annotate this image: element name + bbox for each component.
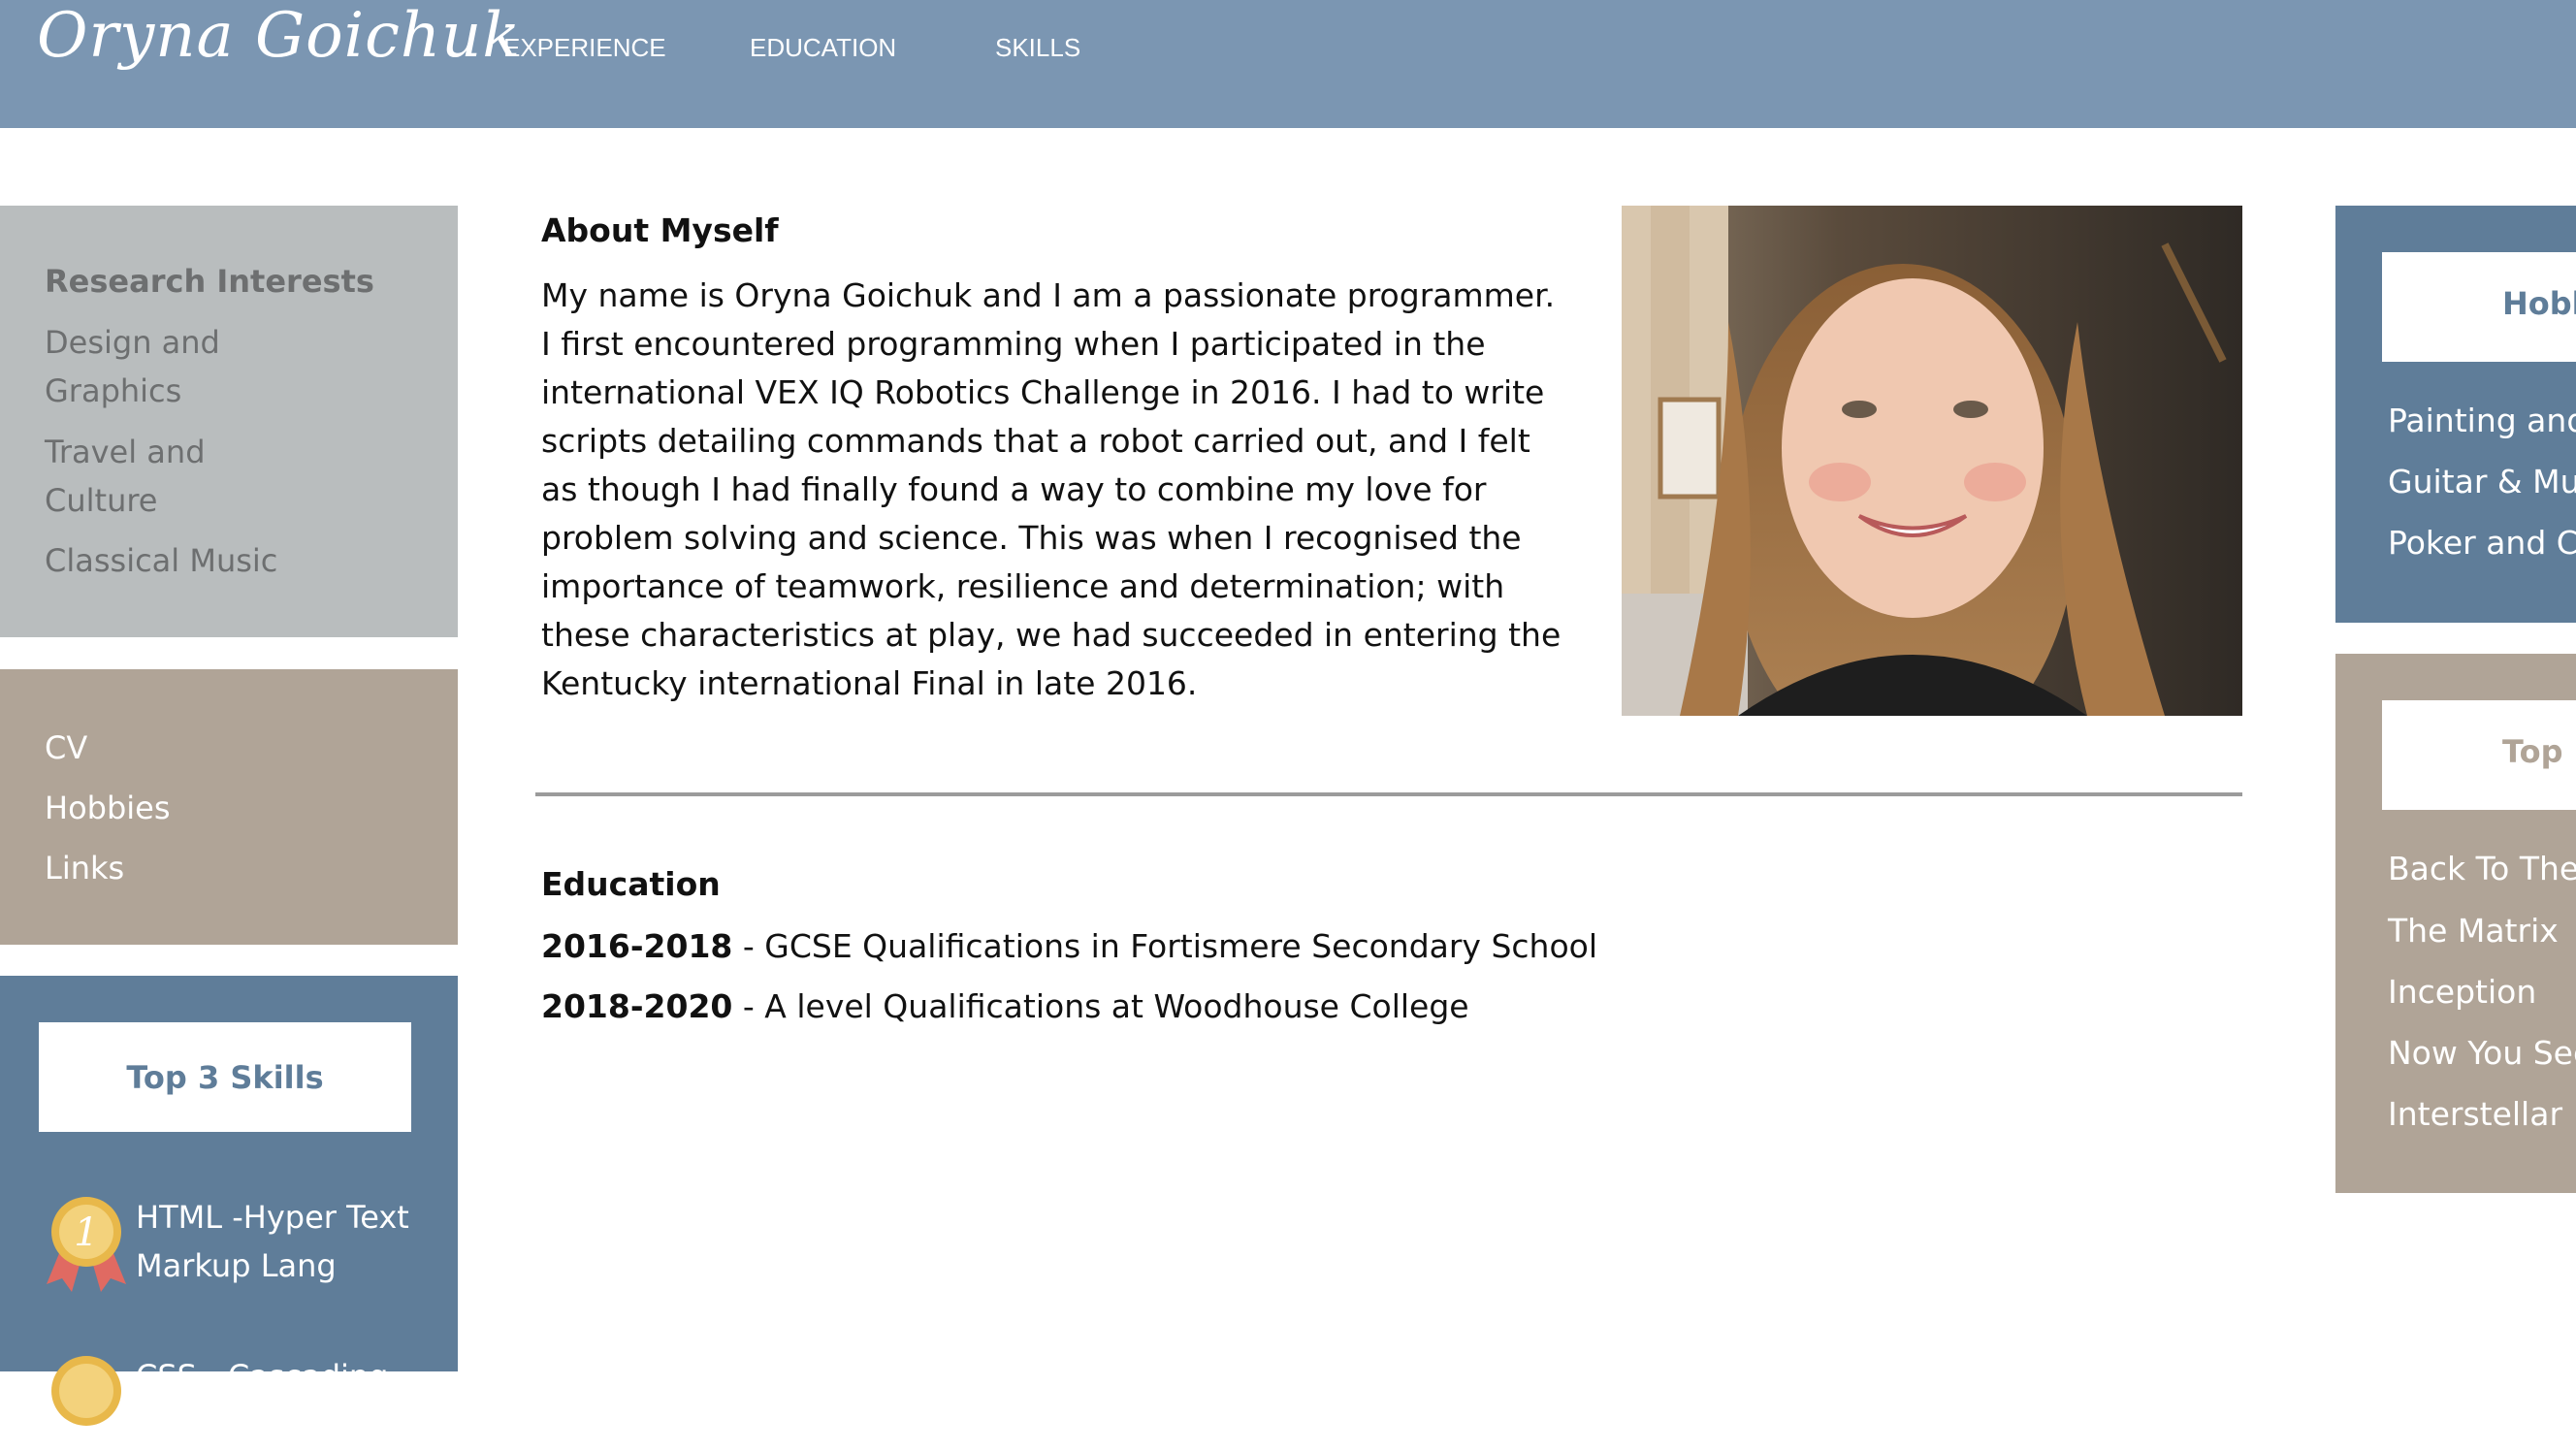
medal-1-icon: 1 [47, 1197, 126, 1292]
education-title: Education [541, 865, 721, 903]
education-years: 2016-2018 [541, 927, 733, 965]
hobbies-title-card: Hobb [2382, 252, 2576, 362]
section-divider [535, 792, 2242, 796]
about-paragraph: My name is Oryna Goichuk and I am a pass… [541, 276, 1562, 702]
education-detail: - GCSE Qualifications in Fortismere Seco… [732, 927, 1598, 965]
link-cv[interactable]: CV [45, 724, 87, 772]
link-links[interactable]: Links [45, 844, 124, 892]
nav-skills[interactable]: SKILLS [995, 33, 1080, 63]
skill-1-line1: HTML -Hyper Text [136, 1199, 409, 1236]
interest-travel-line2[interactable]: Culture [45, 476, 157, 525]
profile-photo [1622, 206, 2242, 716]
education-years: 2018-2020 [541, 987, 733, 1025]
skill-1-line2: Markup Lang [136, 1247, 337, 1284]
interest-classical-music[interactable]: Classical Music [45, 536, 277, 585]
quick-links-panel: CV Hobbies Links [0, 669, 458, 945]
medal-2-icon [51, 1356, 121, 1426]
movies-title-card: Top 5 M [2382, 700, 2576, 810]
interest-design-line2[interactable]: Graphics [45, 367, 181, 415]
skill-2-line1: CSS - Cascading [136, 1358, 389, 1395]
interest-design-line1[interactable]: Design and [45, 318, 220, 367]
top-navbar: Oryna Goichuk EXPERIENCE EDUCATION SKILL… [0, 0, 2576, 128]
nav-experience[interactable]: EXPERIENCE [503, 33, 666, 63]
movies-title: Top 5 M [2502, 733, 2576, 770]
about-title: About Myself [541, 211, 779, 249]
education-row: 2018-2020 - A level Qualifications at Wo… [541, 987, 1469, 1025]
research-interests-heading[interactable]: Research Interests [45, 257, 374, 306]
research-interests-panel: Research Interests Design and Graphics T… [0, 206, 458, 637]
site-logo[interactable]: Oryna Goichuk [37, 0, 521, 72]
education-detail: - A level Qualifications at Woodhouse Co… [732, 987, 1469, 1025]
education-row: 2016-2018 - GCSE Qualifications in Forti… [541, 927, 1597, 965]
link-hobbies[interactable]: Hobbies [45, 784, 171, 832]
interest-travel-line1[interactable]: Travel and [45, 428, 206, 476]
top-skills-title: Top 3 Skills [39, 1022, 411, 1132]
hobbies-title: Hobb [2502, 285, 2576, 322]
svg-text:1: 1 [74, 1210, 98, 1255]
nav-education[interactable]: EDUCATION [750, 33, 896, 63]
